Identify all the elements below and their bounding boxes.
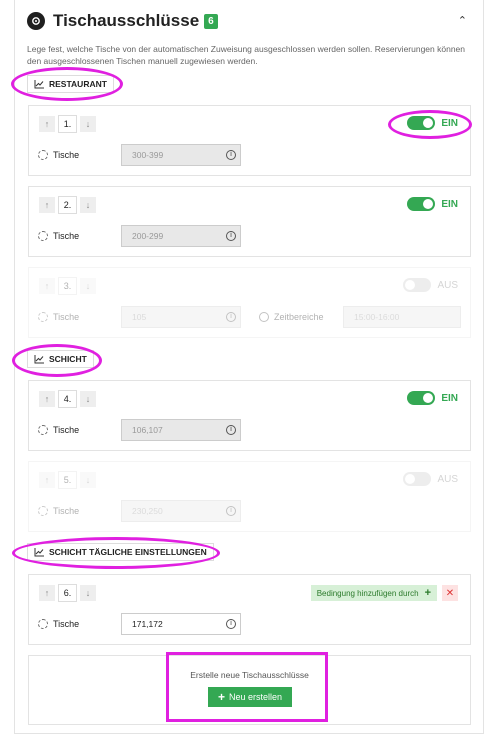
section-tag-schicht-daily: SCHICHT TÄGLICHE EINSTELLUNGEN xyxy=(27,543,214,561)
table-icon xyxy=(38,150,48,160)
arrow-down-icon[interactable]: ↓ xyxy=(80,197,96,213)
arrow-up-icon[interactable]: ↑ xyxy=(39,116,55,132)
status-toggle[interactable]: EIN xyxy=(407,116,458,130)
add-condition-button[interactable]: Bedingung hinzufügen durch + xyxy=(310,585,437,601)
clock-icon xyxy=(259,312,269,322)
chart-line-icon xyxy=(34,547,44,556)
plus-icon: + xyxy=(424,587,431,599)
toggle-label: EIN xyxy=(441,392,458,404)
rule-card-2: ↑ 2. ↓ EIN Tische 200-299 i xyxy=(28,186,471,257)
arrow-down-icon[interactable]: ↓ xyxy=(80,116,96,132)
description-text: Lege fest, welche Tische von der automat… xyxy=(27,44,466,66)
rule-number: 5. xyxy=(58,471,77,489)
tables-input[interactable]: 200-299 i xyxy=(121,225,241,247)
info-icon: i xyxy=(226,425,236,435)
chart-line-icon xyxy=(34,79,44,88)
rule-number: 1. xyxy=(58,115,77,133)
section-label: SCHICHT xyxy=(49,354,87,364)
arrow-up-icon[interactable]: ↑ xyxy=(39,472,55,488)
rule-card-1: ↑ 1. ↓ EIN Tische 300-399 i xyxy=(28,105,471,176)
tables-label: Tische xyxy=(38,231,79,241)
tables-label: Tische xyxy=(38,506,79,516)
toggle-label: EIN xyxy=(441,198,458,210)
arrow-up-icon[interactable]: ↑ xyxy=(39,197,55,213)
status-toggle[interactable]: AUS xyxy=(403,278,458,292)
info-icon: i xyxy=(226,231,236,241)
rule-number: 3. xyxy=(58,277,77,295)
tables-label: Tische xyxy=(38,150,79,160)
info-icon: i xyxy=(226,150,236,160)
time-range-input[interactable]: 15:00-16:00 xyxy=(343,306,461,328)
plus-icon: + xyxy=(217,690,225,704)
create-prompt: Erstelle neue Tischausschlüsse xyxy=(190,670,309,680)
table-icon xyxy=(38,425,48,435)
delete-icon[interactable]: ✕ xyxy=(442,585,458,601)
arrow-down-icon[interactable]: ↓ xyxy=(80,472,96,488)
count-badge: 6 xyxy=(204,13,218,29)
arrow-down-icon[interactable]: ↓ xyxy=(80,585,96,601)
info-icon: i xyxy=(226,506,236,516)
status-toggle[interactable]: EIN xyxy=(407,197,458,211)
toggle-label: AUS xyxy=(437,473,458,485)
table-icon xyxy=(38,506,48,516)
rule-card-3: ↑ 3. ↓ AUS Tische 105 i Zeitbereiche 15:0… xyxy=(28,267,471,338)
chevron-up-icon[interactable]: ⌃ xyxy=(458,14,467,27)
rule-number: 6. xyxy=(58,584,77,602)
arrow-up-icon[interactable]: ↑ xyxy=(39,391,55,407)
tables-input[interactable]: 171,172 i xyxy=(121,613,241,635)
tables-input[interactable]: 106,107 i xyxy=(121,419,241,441)
toggle-label: AUS xyxy=(437,279,458,291)
arrow-down-icon[interactable]: ↓ xyxy=(80,391,96,407)
page-title: Tischausschlüsse xyxy=(53,11,200,30)
rule-card-6: ↑ 6. ↓ Bedingung hinzufügen durch + ✕ Tis… xyxy=(28,574,471,645)
arrow-up-icon[interactable]: ↑ xyxy=(39,278,55,294)
arrow-up-icon[interactable]: ↑ xyxy=(39,585,55,601)
tables-input[interactable]: 300-399 i xyxy=(121,144,241,166)
time-ranges-label: Zeitbereiche xyxy=(259,312,324,322)
info-icon: i xyxy=(226,312,236,322)
tables-label: Tische xyxy=(38,312,79,322)
status-toggle[interactable]: EIN xyxy=(407,391,458,405)
table-icon xyxy=(38,619,48,629)
create-new-card: Erstelle neue Tischausschlüsse + Neu erst… xyxy=(28,655,471,725)
rule-number: 2. xyxy=(58,196,77,214)
chart-line-icon xyxy=(34,354,44,363)
section-tag-schicht: SCHICHT xyxy=(27,350,94,368)
tables-input[interactable]: 230,250 i xyxy=(121,500,241,522)
rule-number: 4. xyxy=(58,390,77,408)
arrow-down-icon[interactable]: ↓ xyxy=(80,278,96,294)
create-new-button[interactable]: + Neu erstellen xyxy=(208,687,292,707)
rule-card-4: ↑ 4. ↓ EIN Tische 106,107 i xyxy=(28,380,471,451)
status-toggle[interactable]: AUS xyxy=(403,472,458,486)
tables-input[interactable]: 105 i xyxy=(121,306,241,328)
section-label: RESTAURANT xyxy=(49,79,107,89)
settings-gear-icon xyxy=(27,12,45,30)
section-label: SCHICHT TÄGLICHE EINSTELLUNGEN xyxy=(49,547,207,557)
panel-header: Tischausschlüsse 6 xyxy=(27,11,218,31)
rule-card-5: ↑ 5. ↓ AUS Tische 230,250 i xyxy=(28,461,471,532)
tables-label: Tische xyxy=(38,619,79,629)
toggle-label: EIN xyxy=(441,117,458,129)
table-icon xyxy=(38,231,48,241)
table-icon xyxy=(38,312,48,322)
tables-label: Tische xyxy=(38,425,79,435)
section-tag-restaurant: RESTAURANT xyxy=(27,75,114,93)
info-icon: i xyxy=(226,619,236,629)
